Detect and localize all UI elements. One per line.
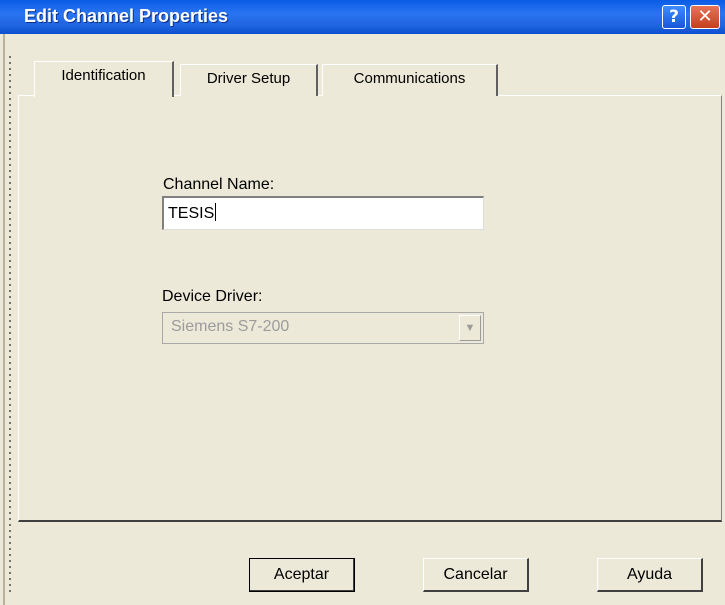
chevron-down-icon: ▼ [459,315,481,341]
window-left-border [3,34,5,605]
close-icon[interactable]: ✕ [690,5,720,29]
tab-panel-identification [18,95,722,522]
cancel-button[interactable]: Cancelar [423,558,529,592]
text-caret [215,203,217,221]
device-driver-label: Device Driver: [162,288,263,305]
tab-communications[interactable]: Communications [322,64,498,96]
window-title: Edit Channel Properties [24,6,229,26]
window-edge-dots [9,56,11,596]
tab-identification[interactable]: Identification [34,61,174,97]
ok-button[interactable]: Aceptar [249,558,355,592]
device-driver-select: Siemens S7-200 ▼ [162,312,484,344]
channel-name-input[interactable]: TESIS [162,196,484,230]
help-icon[interactable]: ? [662,5,686,29]
device-driver-value: Siemens S7-200 [171,318,290,335]
title-bar[interactable]: Edit Channel Properties ? ✕ [0,0,725,34]
tab-driver-setup[interactable]: Driver Setup [180,64,318,96]
channel-name-label: Channel Name: [163,176,275,193]
channel-name-value: TESIS [168,205,215,222]
help-button[interactable]: Ayuda [597,558,703,592]
